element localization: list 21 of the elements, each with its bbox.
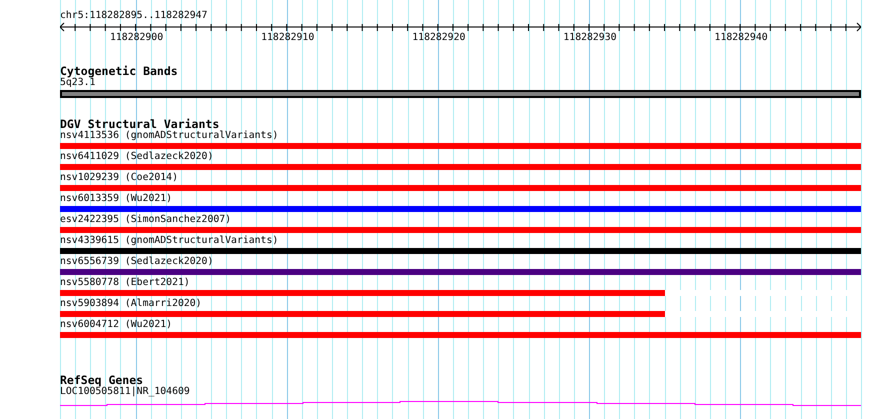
feature-label: nsv5580778 (Ebert2021) bbox=[60, 277, 190, 288]
feature-label: nsv4113536 (gnomADStructuralVariants) bbox=[60, 130, 278, 141]
feature-label: nsv6004712 (Wu2021) bbox=[60, 319, 172, 330]
feature-label: nsv6411029 (Sedlazeck2020) bbox=[60, 151, 214, 162]
position-label: 118282910 bbox=[261, 32, 314, 43]
position-label: 118282930 bbox=[563, 32, 616, 43]
range-label: chr5:118282895..118282947 bbox=[60, 10, 208, 21]
feature-label: nsv6013359 (Wu2021) bbox=[60, 193, 172, 204]
position-label: 118282900 bbox=[110, 32, 164, 43]
track-title: Cytogenetic Bands bbox=[60, 65, 178, 77]
feature-label: nsv4339615 (gnomADStructuralVariants) bbox=[60, 235, 278, 246]
feature-label: 5q23.1 bbox=[60, 77, 96, 88]
track-title: RefSeq Genes bbox=[60, 374, 144, 386]
feature-label: LOC100505811|NR_104609 bbox=[60, 386, 190, 397]
track-title: DGV Structural Variants bbox=[60, 118, 220, 130]
position-label: 118282940 bbox=[714, 32, 768, 43]
feature-label: nsv6556739 (Sedlazeck2020) bbox=[60, 256, 214, 267]
feature-label: nsv5903894 (Almarri2020) bbox=[60, 298, 202, 309]
position-label: 118282920 bbox=[412, 32, 466, 43]
feature-label: esv2422395 (SimonSanchez2007) bbox=[60, 214, 232, 225]
feature-label: nsv1029239 (Coe2014) bbox=[60, 172, 178, 183]
